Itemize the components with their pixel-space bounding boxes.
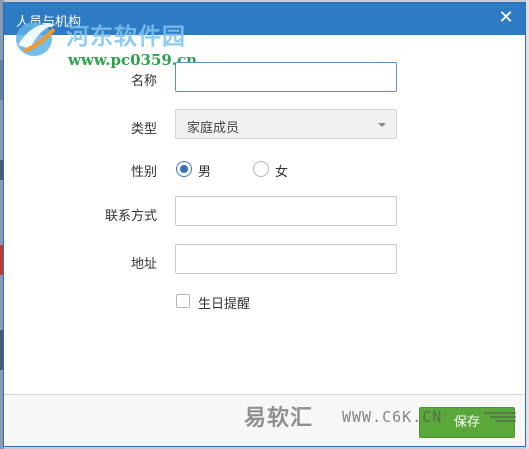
type-select[interactable]: 家庭成员 <box>175 109 397 139</box>
watermark-logo-icon <box>16 22 56 56</box>
gender-female-label: 女 <box>275 165 289 180</box>
radio-unchecked-icon <box>253 161 269 177</box>
type-selected-value: 家庭成员 <box>187 121 240 136</box>
watermark-lines-icon <box>484 412 516 422</box>
person-organization-dialog: 人员与机构 ✕ 河东软件园 www.pc0359.cn 名称 类型 家庭成员 性… <box>3 2 526 447</box>
close-icon[interactable]: ✕ <box>495 7 517 29</box>
gender-label: 性别 <box>130 165 157 180</box>
chevron-down-icon <box>378 123 386 127</box>
address-label: 地址 <box>130 257 157 272</box>
contact-label: 联系方式 <box>104 209 157 224</box>
address-input[interactable] <box>176 245 396 273</box>
watermark-brand: 易软汇 <box>244 406 314 431</box>
contact-field[interactable] <box>175 196 397 226</box>
name-input[interactable] <box>176 63 396 91</box>
contact-input[interactable] <box>176 197 396 225</box>
radio-checked-icon <box>176 161 192 177</box>
birthday-reminder-label: 生日提醒 <box>198 297 251 312</box>
gender-male-label: 男 <box>198 165 212 180</box>
address-field[interactable] <box>175 244 397 274</box>
watermark-brand-url: WWW.C6K.CN <box>342 408 443 426</box>
watermark-site-name: 河东软件园 <box>66 23 186 50</box>
name-label: 名称 <box>130 74 157 89</box>
checkbox-icon <box>176 294 190 308</box>
type-label: 类型 <box>130 122 157 137</box>
name-field[interactable] <box>175 62 397 92</box>
